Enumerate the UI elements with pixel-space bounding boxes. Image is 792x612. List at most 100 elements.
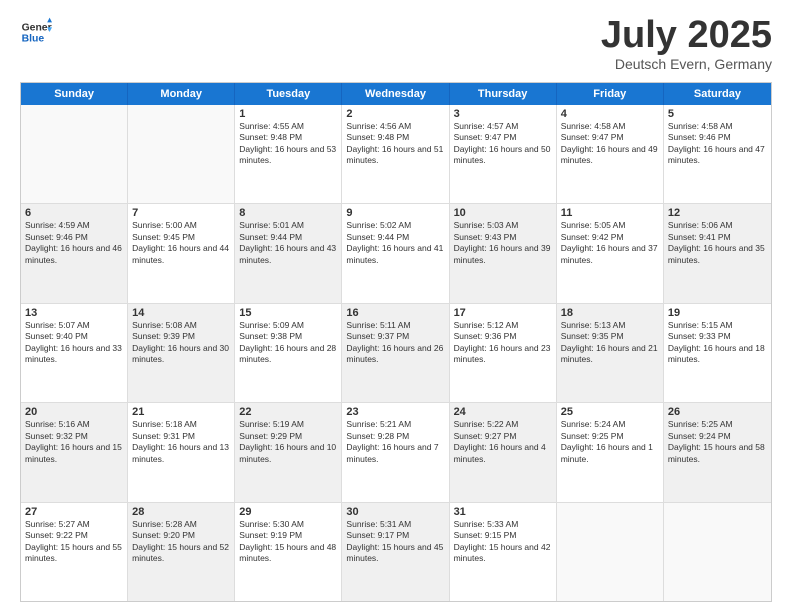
cell-text-3: Sunrise: 4:57 AM Sunset: 9:47 PM Dayligh… [454, 121, 552, 167]
day-number-16: 16 [346, 307, 444, 319]
day-number-21: 21 [132, 406, 230, 418]
calendar-cell-4-2: 29Sunrise: 5:30 AM Sunset: 9:19 PM Dayli… [235, 503, 342, 601]
day-number-25: 25 [561, 406, 659, 418]
calendar-cell-1-3: 9Sunrise: 5:02 AM Sunset: 9:44 PM Daylig… [342, 204, 449, 302]
day-number-12: 12 [668, 207, 767, 219]
calendar: Sunday Monday Tuesday Wednesday Thursday… [20, 82, 772, 602]
svg-text:General: General [22, 22, 52, 33]
cell-text-4: Sunrise: 4:58 AM Sunset: 9:47 PM Dayligh… [561, 121, 659, 167]
calendar-cell-0-4: 3Sunrise: 4:57 AM Sunset: 9:47 PM Daylig… [450, 105, 557, 203]
calendar-cell-0-2: 1Sunrise: 4:55 AM Sunset: 9:48 PM Daylig… [235, 105, 342, 203]
cell-text-30: Sunrise: 5:31 AM Sunset: 9:17 PM Dayligh… [346, 519, 444, 565]
calendar-cell-3-2: 22Sunrise: 5:19 AM Sunset: 9:29 PM Dayli… [235, 403, 342, 501]
day-number-18: 18 [561, 307, 659, 319]
calendar-header: Sunday Monday Tuesday Wednesday Thursday… [21, 83, 771, 105]
weekday-sunday: Sunday [21, 83, 128, 105]
page: General Blue July 2025 Deutsch Evern, Ge… [0, 0, 792, 612]
cell-text-25: Sunrise: 5:24 AM Sunset: 9:25 PM Dayligh… [561, 419, 659, 465]
logo-icon: General Blue [20, 16, 52, 48]
weekday-saturday: Saturday [664, 83, 771, 105]
calendar-cell-2-6: 19Sunrise: 5:15 AM Sunset: 9:33 PM Dayli… [664, 304, 771, 402]
day-number-31: 31 [454, 506, 552, 518]
title-block: July 2025 Deutsch Evern, Germany [601, 16, 772, 72]
day-number-17: 17 [454, 307, 552, 319]
weekday-friday: Friday [557, 83, 664, 105]
day-number-23: 23 [346, 406, 444, 418]
calendar-cell-2-4: 17Sunrise: 5:12 AM Sunset: 9:36 PM Dayli… [450, 304, 557, 402]
day-number-27: 27 [25, 506, 123, 518]
day-number-24: 24 [454, 406, 552, 418]
cell-text-24: Sunrise: 5:22 AM Sunset: 9:27 PM Dayligh… [454, 419, 552, 465]
day-number-9: 9 [346, 207, 444, 219]
cell-text-21: Sunrise: 5:18 AM Sunset: 9:31 PM Dayligh… [132, 419, 230, 465]
calendar-row-1: 6Sunrise: 4:59 AM Sunset: 9:46 PM Daylig… [21, 203, 771, 302]
calendar-cell-0-1 [128, 105, 235, 203]
cell-text-17: Sunrise: 5:12 AM Sunset: 9:36 PM Dayligh… [454, 320, 552, 366]
calendar-cell-3-5: 25Sunrise: 5:24 AM Sunset: 9:25 PM Dayli… [557, 403, 664, 501]
cell-text-6: Sunrise: 4:59 AM Sunset: 9:46 PM Dayligh… [25, 220, 123, 266]
day-number-20: 20 [25, 406, 123, 418]
calendar-cell-1-0: 6Sunrise: 4:59 AM Sunset: 9:46 PM Daylig… [21, 204, 128, 302]
calendar-cell-3-0: 20Sunrise: 5:16 AM Sunset: 9:32 PM Dayli… [21, 403, 128, 501]
day-number-8: 8 [239, 207, 337, 219]
cell-text-11: Sunrise: 5:05 AM Sunset: 9:42 PM Dayligh… [561, 220, 659, 266]
calendar-cell-1-4: 10Sunrise: 5:03 AM Sunset: 9:43 PM Dayli… [450, 204, 557, 302]
calendar-cell-1-2: 8Sunrise: 5:01 AM Sunset: 9:44 PM Daylig… [235, 204, 342, 302]
cell-text-22: Sunrise: 5:19 AM Sunset: 9:29 PM Dayligh… [239, 419, 337, 465]
cell-text-26: Sunrise: 5:25 AM Sunset: 9:24 PM Dayligh… [668, 419, 767, 465]
day-number-1: 1 [239, 108, 337, 120]
cell-text-1: Sunrise: 4:55 AM Sunset: 9:48 PM Dayligh… [239, 121, 337, 167]
weekday-wednesday: Wednesday [342, 83, 449, 105]
cell-text-23: Sunrise: 5:21 AM Sunset: 9:28 PM Dayligh… [346, 419, 444, 465]
cell-text-27: Sunrise: 5:27 AM Sunset: 9:22 PM Dayligh… [25, 519, 123, 565]
day-number-19: 19 [668, 307, 767, 319]
day-number-11: 11 [561, 207, 659, 219]
day-number-7: 7 [132, 207, 230, 219]
weekday-thursday: Thursday [450, 83, 557, 105]
day-number-13: 13 [25, 307, 123, 319]
calendar-row-4: 27Sunrise: 5:27 AM Sunset: 9:22 PM Dayli… [21, 502, 771, 601]
cell-text-16: Sunrise: 5:11 AM Sunset: 9:37 PM Dayligh… [346, 320, 444, 366]
day-number-22: 22 [239, 406, 337, 418]
calendar-cell-3-1: 21Sunrise: 5:18 AM Sunset: 9:31 PM Dayli… [128, 403, 235, 501]
cell-text-8: Sunrise: 5:01 AM Sunset: 9:44 PM Dayligh… [239, 220, 337, 266]
day-number-6: 6 [25, 207, 123, 219]
cell-text-31: Sunrise: 5:33 AM Sunset: 9:15 PM Dayligh… [454, 519, 552, 565]
calendar-cell-4-5 [557, 503, 664, 601]
calendar-row-2: 13Sunrise: 5:07 AM Sunset: 9:40 PM Dayli… [21, 303, 771, 402]
weekday-monday: Monday [128, 83, 235, 105]
calendar-cell-1-6: 12Sunrise: 5:06 AM Sunset: 9:41 PM Dayli… [664, 204, 771, 302]
calendar-cell-4-3: 30Sunrise: 5:31 AM Sunset: 9:17 PM Dayli… [342, 503, 449, 601]
calendar-cell-1-1: 7Sunrise: 5:00 AM Sunset: 9:45 PM Daylig… [128, 204, 235, 302]
cell-text-18: Sunrise: 5:13 AM Sunset: 9:35 PM Dayligh… [561, 320, 659, 366]
calendar-cell-0-0 [21, 105, 128, 203]
calendar-row-3: 20Sunrise: 5:16 AM Sunset: 9:32 PM Dayli… [21, 402, 771, 501]
cell-text-14: Sunrise: 5:08 AM Sunset: 9:39 PM Dayligh… [132, 320, 230, 366]
cell-text-7: Sunrise: 5:00 AM Sunset: 9:45 PM Dayligh… [132, 220, 230, 266]
cell-text-9: Sunrise: 5:02 AM Sunset: 9:44 PM Dayligh… [346, 220, 444, 266]
calendar-cell-3-3: 23Sunrise: 5:21 AM Sunset: 9:28 PM Dayli… [342, 403, 449, 501]
cell-text-19: Sunrise: 5:15 AM Sunset: 9:33 PM Dayligh… [668, 320, 767, 366]
calendar-cell-2-3: 16Sunrise: 5:11 AM Sunset: 9:37 PM Dayli… [342, 304, 449, 402]
cell-text-28: Sunrise: 5:28 AM Sunset: 9:20 PM Dayligh… [132, 519, 230, 565]
cell-text-10: Sunrise: 5:03 AM Sunset: 9:43 PM Dayligh… [454, 220, 552, 266]
calendar-cell-4-6 [664, 503, 771, 601]
month-title: July 2025 [601, 16, 772, 54]
calendar-cell-2-5: 18Sunrise: 5:13 AM Sunset: 9:35 PM Dayli… [557, 304, 664, 402]
cell-text-12: Sunrise: 5:06 AM Sunset: 9:41 PM Dayligh… [668, 220, 767, 266]
calendar-row-0: 1Sunrise: 4:55 AM Sunset: 9:48 PM Daylig… [21, 105, 771, 203]
calendar-cell-3-6: 26Sunrise: 5:25 AM Sunset: 9:24 PM Dayli… [664, 403, 771, 501]
cell-text-5: Sunrise: 4:58 AM Sunset: 9:46 PM Dayligh… [668, 121, 767, 167]
day-number-14: 14 [132, 307, 230, 319]
header: General Blue July 2025 Deutsch Evern, Ge… [20, 16, 772, 72]
cell-text-15: Sunrise: 5:09 AM Sunset: 9:38 PM Dayligh… [239, 320, 337, 366]
day-number-28: 28 [132, 506, 230, 518]
calendar-cell-0-6: 5Sunrise: 4:58 AM Sunset: 9:46 PM Daylig… [664, 105, 771, 203]
cell-text-13: Sunrise: 5:07 AM Sunset: 9:40 PM Dayligh… [25, 320, 123, 366]
calendar-cell-2-0: 13Sunrise: 5:07 AM Sunset: 9:40 PM Dayli… [21, 304, 128, 402]
calendar-cell-2-1: 14Sunrise: 5:08 AM Sunset: 9:39 PM Dayli… [128, 304, 235, 402]
day-number-10: 10 [454, 207, 552, 219]
day-number-30: 30 [346, 506, 444, 518]
calendar-body: 1Sunrise: 4:55 AM Sunset: 9:48 PM Daylig… [21, 105, 771, 601]
calendar-cell-2-2: 15Sunrise: 5:09 AM Sunset: 9:38 PM Dayli… [235, 304, 342, 402]
